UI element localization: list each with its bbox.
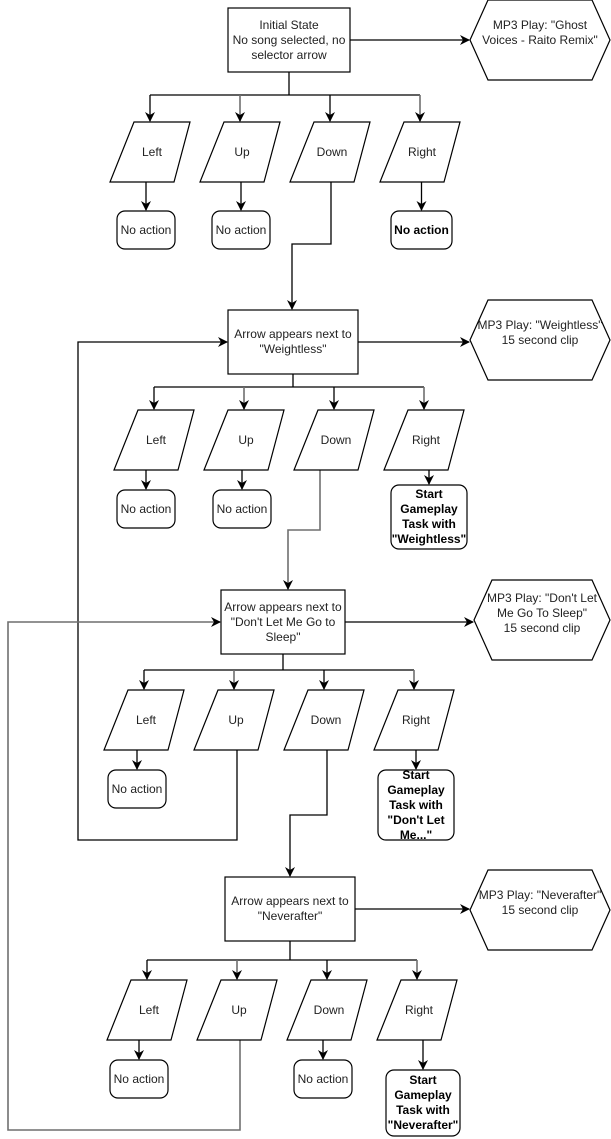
mp3-output-hexagon [469,299,611,381]
result-box [116,210,176,250]
input-left-parallelogram [109,121,191,183]
input-up-parallelogram [203,409,285,471]
result-box [293,1059,353,1099]
input-left-parallelogram [103,689,185,751]
result-box [109,1059,169,1099]
mp3-output-hexagon [469,0,611,81]
result-box [211,210,271,250]
input-down-parallelogram [293,409,375,471]
state-box-weightless [227,309,359,375]
input-down-parallelogram [289,121,371,183]
edge-up-neverafter-to-dontletme [7,617,241,1131]
input-left-parallelogram [106,979,188,1041]
mp3-output-hexagon [473,579,611,661]
flowchart-canvas [7,0,611,1137]
result-box [385,1069,461,1137]
result-box [390,484,468,550]
edge-down-initial-to-weightless [287,182,332,310]
input-right-parallelogram [376,979,458,1041]
state-box-dont-let-me-go-to-sleep [220,589,346,655]
input-up-parallelogram [196,979,278,1041]
mp3-output-hexagon [469,869,611,951]
input-right-parallelogram [379,121,461,183]
input-right-parallelogram [373,689,455,751]
input-right-parallelogram [383,409,465,471]
input-up-parallelogram [193,689,275,751]
input-left-parallelogram [113,409,195,471]
state-box-neverafter [224,876,356,942]
input-down-parallelogram [286,979,368,1041]
result-box [377,769,455,841]
result-box [107,769,167,809]
result-box [212,489,272,529]
input-up-parallelogram [199,121,281,183]
input-down-parallelogram [283,689,365,751]
result-box [390,210,453,250]
state-box-initial [227,7,351,73]
result-box [116,489,176,529]
edge-down-dontletme-to-neverafter [285,750,328,877]
edge-down-weightless-to-dontletme [283,470,321,590]
